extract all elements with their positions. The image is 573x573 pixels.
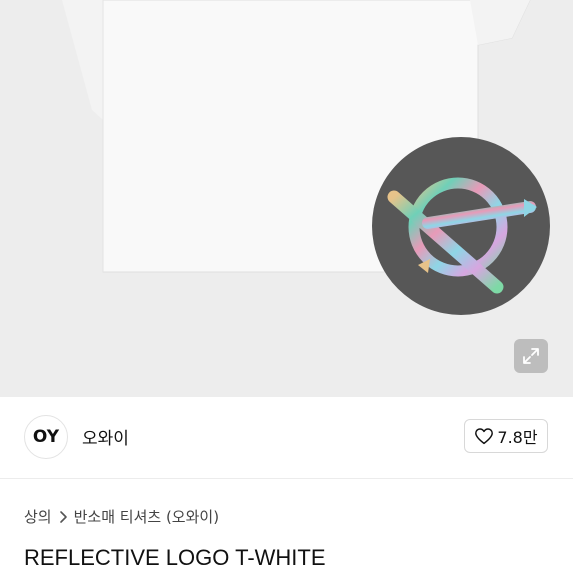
- brand-logo[interactable]: OY: [24, 415, 68, 459]
- brand-row: OY 오와이 7.8만: [0, 397, 573, 479]
- like-count: 7.8만: [497, 428, 538, 447]
- chevron-right-icon: [58, 510, 68, 524]
- expand-image-button[interactable]: [514, 339, 548, 373]
- expand-arrows-icon: [523, 348, 539, 364]
- logo-detail-zoom: [372, 137, 550, 315]
- brand-name-link[interactable]: 오와이: [82, 424, 129, 449]
- brand-logo-text: OY: [32, 427, 60, 447]
- breadcrumb: 상의 반소매 티셔츠 (오와이): [24, 506, 219, 527]
- heart-outline-icon: [475, 428, 494, 445]
- product-title: REFLECTIVE LOGO T-WHITE: [24, 545, 326, 570]
- reflective-logo-graphic: [387, 177, 537, 294]
- product-image[interactable]: [0, 0, 573, 397]
- like-button[interactable]: 7.8만: [464, 419, 548, 453]
- breadcrumb-category-link[interactable]: 상의: [24, 506, 52, 527]
- breadcrumb-subcategory-link[interactable]: 반소매 티셔츠 (오와이): [74, 506, 219, 527]
